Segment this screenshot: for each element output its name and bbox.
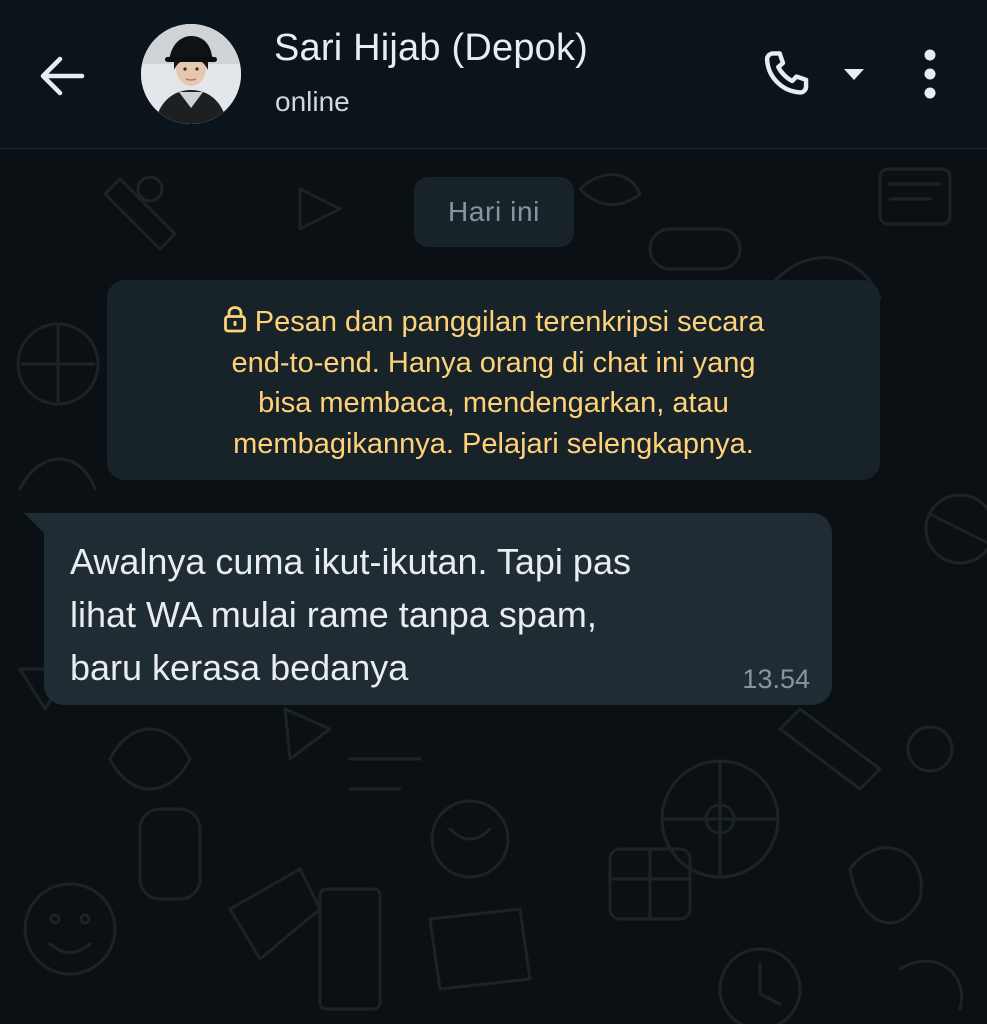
- encryption-text-line-4: membagikannya. Pelajari selengkapnya.: [233, 427, 754, 460]
- bubble-tail: [24, 513, 46, 535]
- encryption-text-line-3: bisa membaca, mendengarkan, atau: [258, 387, 729, 419]
- voice-call-button[interactable]: [756, 44, 816, 104]
- chat-area[interactable]: Hari ini Pesan dan panggilan terenkripsi…: [0, 149, 987, 1024]
- message-line-2: lihat WA mulai rame tanpa spam,: [70, 594, 597, 635]
- lock-icon: [223, 306, 246, 333]
- encryption-line-1: Pesan dan panggilan terenkripsi secara: [141, 302, 846, 343]
- contact-status: online: [275, 86, 350, 117]
- encryption-notice[interactable]: Pesan dan panggilan terenkripsi secara e…: [107, 280, 880, 480]
- incoming-message-bubble[interactable]: Awalnya cuma ikut-ikutan. Tapi pas lihat…: [44, 513, 832, 705]
- more-options-button[interactable]: [910, 40, 950, 108]
- message-text: Awalnya cuma ikut-ikutan. Tapi pas lihat…: [70, 535, 770, 694]
- date-divider: Hari ini: [414, 177, 574, 247]
- avatar[interactable]: [141, 24, 241, 124]
- phone-icon: [764, 51, 809, 95]
- message-line-3: baru kerasa bedanya: [70, 647, 409, 688]
- profile-photo-icon: [141, 24, 241, 124]
- call-options-dropdown[interactable]: [836, 56, 872, 92]
- arrow-left-icon: [40, 56, 85, 96]
- encryption-text-line-1: Pesan dan panggilan terenkripsi secara: [254, 306, 765, 338]
- message-timestamp: 13.54: [742, 664, 810, 694]
- more-vertical-icon: [924, 49, 936, 99]
- encryption-text-line-2: end-to-end. Hanya orang di chat ini yang: [231, 346, 756, 379]
- caret-down-icon: [844, 69, 864, 80]
- contact-name[interactable]: Sari Hijab (Depok): [274, 27, 588, 70]
- back-button[interactable]: [30, 44, 94, 108]
- chat-header: Sari Hijab (Depok) online: [0, 0, 987, 149]
- message-line-1: Awalnya cuma ikut-ikutan. Tapi pas: [70, 541, 631, 582]
